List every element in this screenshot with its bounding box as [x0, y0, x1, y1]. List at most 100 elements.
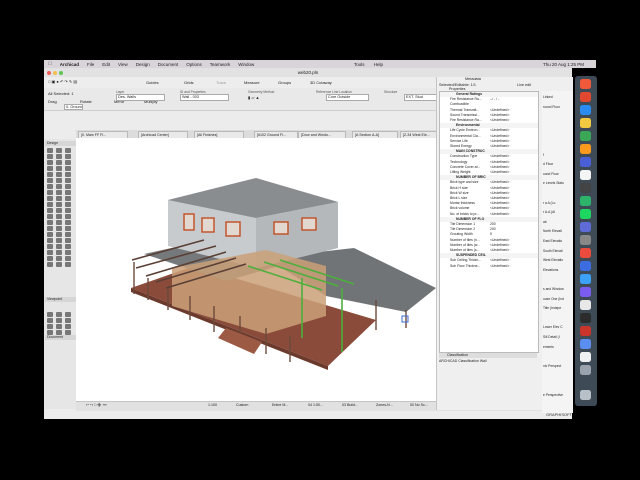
toolbox-tool-icon[interactable] [65, 312, 71, 317]
dock-app-icon[interactable] [580, 326, 591, 336]
toolbox-tool-icon[interactable] [47, 184, 53, 189]
geometry-method-icons[interactable]: ▮ ▱ ▲ [248, 95, 259, 100]
navigator-item[interactable]: f [543, 153, 544, 157]
toolbox-tool-icon[interactable] [65, 166, 71, 171]
groups-button[interactable]: Groups [278, 80, 291, 85]
dock-app-icon[interactable] [580, 365, 591, 375]
navigator-item[interactable]: North Elevati [543, 229, 562, 233]
structure-field[interactable]: EXT. Stud [404, 94, 437, 101]
toolbox-tool-icon[interactable] [65, 184, 71, 189]
toolbox-tool-icon[interactable] [56, 232, 62, 237]
property-value[interactable]: <Undefined> [490, 264, 509, 269]
toolbox-tool-icon[interactable] [65, 244, 71, 249]
menu-tools[interactable]: Tools [354, 62, 365, 67]
toolbox-tool-icon[interactable] [56, 262, 62, 267]
menu-view[interactable]: View [118, 62, 128, 67]
toolbox-tool-icon[interactable] [47, 262, 53, 267]
grids-button[interactable]: Grids [184, 80, 194, 85]
toolbox-tool-icon[interactable] [47, 148, 53, 153]
toolbox-tool-icon[interactable] [65, 262, 71, 267]
navigator-item[interactable]: West Elevatio [543, 258, 563, 262]
toolbox-tool-icon[interactable] [56, 208, 62, 213]
dock-app-icon[interactable] [580, 261, 591, 271]
dock-app-icon[interactable] [580, 131, 591, 141]
toolbox-tool-icon[interactable] [47, 312, 53, 317]
navigator-item[interactable]: nic Perspect [543, 364, 561, 368]
toolbox-tool-icon[interactable] [56, 196, 62, 201]
toolbox-viewpoint-header[interactable]: Viewpoint [45, 297, 76, 302]
toolbox-tool-icon[interactable] [56, 226, 62, 231]
toolbox-tool-icon[interactable] [65, 318, 71, 323]
apple-icon[interactable]:  [48, 61, 52, 67]
toolbox-tool-icon[interactable] [47, 160, 53, 165]
toolbox-tool-icon[interactable] [65, 324, 71, 329]
toolbox-tool-icon[interactable] [56, 214, 62, 219]
dock-app-icon[interactable] [580, 339, 591, 349]
navigator-item[interactable]: ements [543, 345, 554, 349]
toolbox-tool-icon[interactable] [47, 196, 53, 201]
navigator-item[interactable]: Title (Indepe [543, 306, 561, 310]
toolbox-tool-icon[interactable] [65, 172, 71, 177]
dock-app-icon[interactable] [580, 118, 591, 128]
toolbox-document-header[interactable]: Document [45, 335, 76, 340]
dock-app-icon[interactable] [580, 222, 591, 232]
navigator-item[interactable]: round Floor [543, 105, 560, 109]
navigator-item[interactable]: ouse One (Ind [543, 297, 564, 301]
toolbox-tool-icon[interactable] [56, 324, 62, 329]
toolbox-tool-icon[interactable] [56, 166, 62, 171]
toolbox-tool-icon[interactable] [56, 238, 62, 243]
dock-app-icon[interactable] [580, 105, 591, 115]
toolbox-tool-icon[interactable] [65, 256, 71, 261]
menu-file[interactable]: File [87, 62, 94, 67]
toolbox-tool-icon[interactable] [56, 220, 62, 225]
toolbox-tool-icon[interactable] [47, 256, 53, 261]
menu-app[interactable]: Archicad [60, 62, 79, 67]
toolbox-tool-icon[interactable] [56, 184, 62, 189]
navigator-item[interactable]: e Levels Statu [543, 181, 564, 185]
dock-app-icon[interactable] [580, 196, 591, 206]
menu-edit[interactable]: Edit [102, 62, 110, 67]
toolbox-tool-icon[interactable] [65, 250, 71, 255]
guides-button[interactable]: Guides [146, 80, 159, 85]
menu-document[interactable]: Document [158, 62, 179, 67]
dock-app-icon[interactable] [580, 352, 591, 362]
toolbox-tool-icon[interactable] [65, 178, 71, 183]
dock-app-icon[interactable] [580, 79, 591, 89]
layer-field[interactable]: Des. Walls [116, 94, 165, 101]
reference-line-field[interactable]: Core Outside [326, 94, 369, 101]
classification-header[interactable]: Classification [439, 353, 537, 358]
drag-button[interactable]: Drag [48, 99, 57, 104]
dock-app-icon[interactable] [580, 235, 591, 245]
toolbox-design-header[interactable]: Design [45, 141, 76, 146]
dock-app-icon[interactable] [580, 157, 591, 167]
trace-button[interactable]: Trace [216, 80, 226, 85]
zoom-window-icon[interactable] [59, 70, 63, 75]
toolbox-tool-icon[interactable] [65, 196, 71, 201]
live-edit-toggle[interactable]: Live edit [517, 83, 531, 87]
status-item[interactable]: 00 No Sc... [410, 403, 428, 407]
toolbox-tool-icon[interactable] [56, 154, 62, 159]
toolbox-tool-icon[interactable] [56, 202, 62, 207]
toolbox-tool-icon[interactable] [47, 172, 53, 177]
status-nav-icons[interactable]: ↩ ↪ □ ➕ ➖ [86, 403, 107, 407]
toolbox-tool-icon[interactable] [65, 220, 71, 225]
status-item[interactable]: Zones-N... [376, 403, 393, 407]
floor-field[interactable]: 0. Ground Fl. [64, 104, 83, 110]
toolbox-tool-icon[interactable] [47, 220, 53, 225]
toolbox-tool-icon[interactable] [65, 160, 71, 165]
toolbox-tool-icon[interactable] [65, 238, 71, 243]
toolbox-tool-icon[interactable] [47, 238, 53, 243]
dock-app-icon[interactable] [580, 248, 591, 258]
dock-app-icon[interactable] [580, 183, 591, 193]
toolbox-tool-icon[interactable] [56, 318, 62, 323]
status-item[interactable]: 04 1:50... [308, 403, 323, 407]
toolbox-tool-icon[interactable] [47, 178, 53, 183]
toolbox-tool-icon[interactable] [47, 154, 53, 159]
menu-window[interactable]: Window [238, 62, 254, 67]
toolbox-tool-icon[interactable] [47, 190, 53, 195]
toolbox-tool-icon[interactable] [56, 312, 62, 317]
toolbox-tool-icon[interactable] [47, 232, 53, 237]
toolbox-tool-icon[interactable] [47, 324, 53, 329]
id-field[interactable]: Wall - 003 [180, 94, 229, 101]
navigator-item[interactable]: d Floor [543, 162, 553, 166]
